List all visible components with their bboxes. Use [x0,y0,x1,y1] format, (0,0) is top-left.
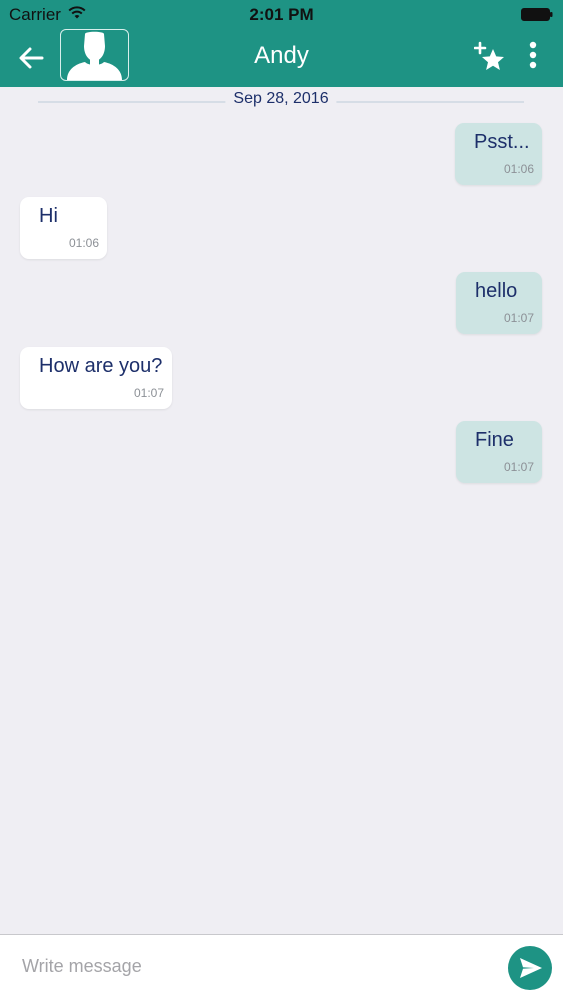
more-vertical-icon[interactable] [522,41,544,71]
message-input[interactable] [12,949,502,983]
message-text: Fine [475,429,514,451]
message-bubble-outgoing[interactable]: Fine 01:07 [456,421,542,483]
message-time: 01:06 [68,236,99,250]
message-text: How are you? [39,355,163,377]
send-button[interactable] [508,946,552,990]
message-time: 01:06 [503,162,534,176]
message-bubble-incoming[interactable]: Hi 01:06 [20,197,107,259]
message-text: Hi [39,205,58,227]
date-label: Sep 28, 2016 [225,90,337,108]
message-bubble-outgoing[interactable]: hello 01:07 [456,272,542,334]
message-bubble-outgoing[interactable]: Psst... 01:06 [455,123,542,185]
message-bubble-incoming[interactable]: How are you? 01:07 [20,347,172,409]
date-separator: Sep 28, 2016 [38,90,524,114]
battery-icon [521,8,553,21]
message-time: 01:07 [503,460,534,474]
send-icon [520,958,542,978]
message-composer [0,934,563,1001]
chat-header: Andy [0,29,563,87]
message-time: 01:07 [133,386,164,400]
status-bar: Carrier 2:01 PM [0,0,563,29]
message-text: hello [475,280,518,302]
message-time: 01:07 [503,311,534,325]
clock: 2:01 PM [249,5,314,24]
add-favorite-star-icon[interactable] [474,40,506,72]
message-text: Psst... [474,131,530,153]
